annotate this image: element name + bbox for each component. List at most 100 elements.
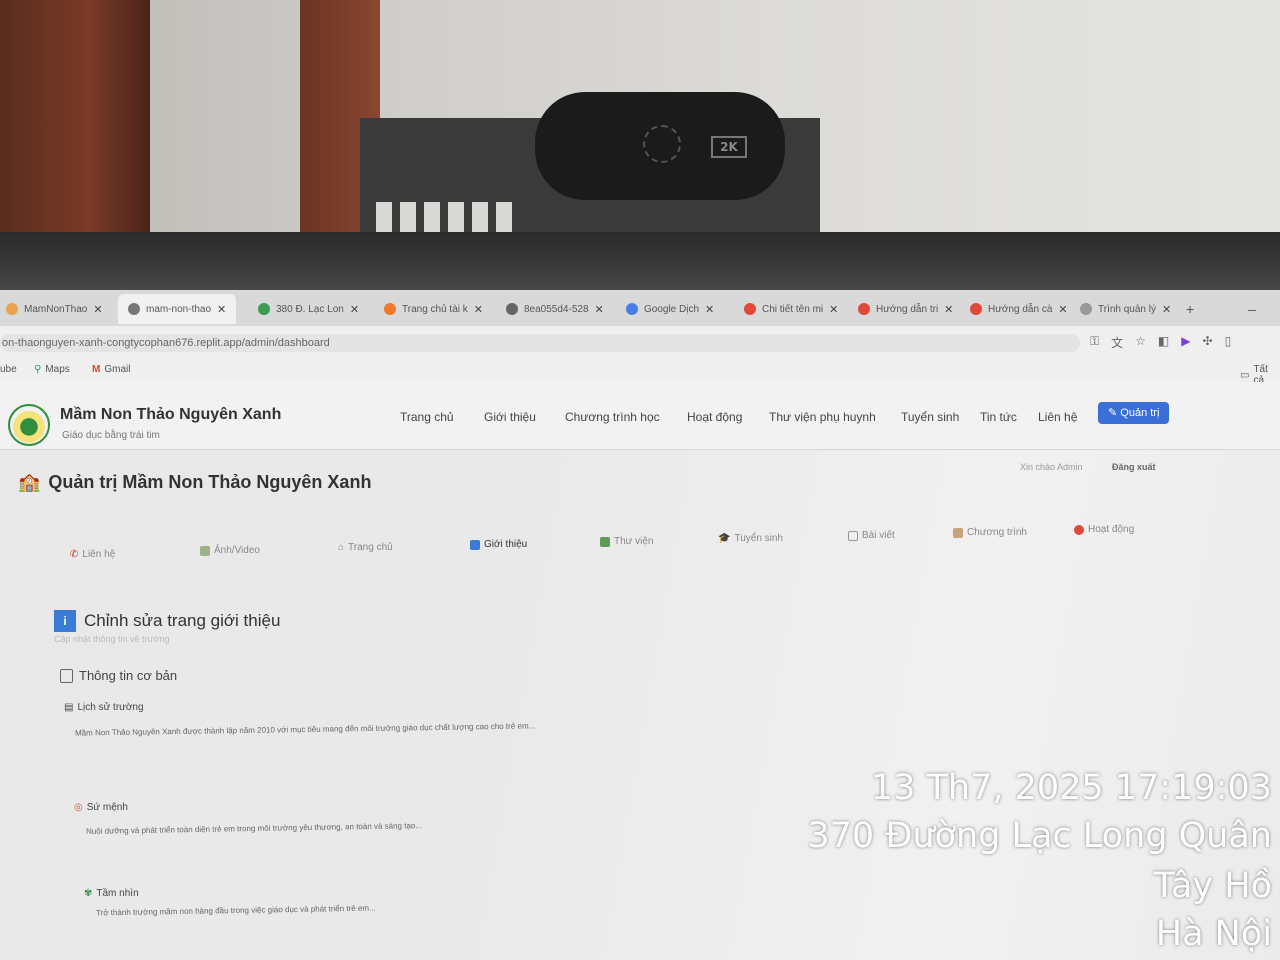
group-title-text: Thông tin cơ bản bbox=[79, 668, 178, 683]
target-icon bbox=[1074, 524, 1084, 535]
field-label-text: Tầm nhìn bbox=[96, 888, 139, 899]
close-tab-icon[interactable]: ✕ bbox=[474, 303, 483, 316]
close-tab-icon[interactable]: ✕ bbox=[217, 303, 226, 316]
extension-puzzle-icon[interactable]: ✣ bbox=[1203, 334, 1213, 351]
close-tab-icon[interactable]: ✕ bbox=[829, 303, 838, 316]
nav-about[interactable]: Giới thiệu bbox=[484, 410, 536, 424]
nav-admissions[interactable]: Tuyển sinh bbox=[901, 410, 959, 424]
nav-activities[interactable]: Hoạt động bbox=[687, 410, 742, 424]
document-icon bbox=[848, 530, 858, 541]
bookmark-star-icon[interactable]: ☆ bbox=[1135, 334, 1146, 351]
admin-tab-contact[interactable]: ✆ Liên hệ bbox=[70, 549, 115, 560]
mission-field[interactable]: Nuôi dưỡng và phát triển toàn diện trẻ e… bbox=[86, 821, 422, 836]
browser-tab[interactable]: Hướng dẫn cà ✕ bbox=[970, 298, 1068, 320]
vision-label: ✾ Tầm nhìn bbox=[84, 888, 139, 899]
admin-tab-label: Chương trình bbox=[967, 527, 1027, 538]
browser-tab[interactable]: Google Dịch ✕ bbox=[626, 298, 714, 320]
close-tab-icon[interactable]: ✕ bbox=[350, 303, 359, 316]
gmail-icon: M bbox=[92, 364, 101, 375]
password-key-icon[interactable]: ⚿ bbox=[1090, 334, 1099, 351]
image-icon bbox=[200, 545, 210, 556]
extension-icon[interactable]: ◧ bbox=[1158, 334, 1169, 351]
admin-title: 🏫 Quản trị Mầm Non Thảo Nguyên Xanh bbox=[18, 472, 371, 493]
media-icon[interactable]: ▶ bbox=[1181, 334, 1190, 351]
close-tab-icon[interactable]: ✕ bbox=[705, 303, 714, 316]
history-field[interactable]: Mầm Non Thảo Nguyên Xanh được thành lập … bbox=[75, 721, 535, 737]
info-icon: i bbox=[54, 610, 76, 632]
new-tab-icon[interactable]: + bbox=[1186, 298, 1194, 320]
bookmark-maps[interactable]: ⚲ Maps bbox=[34, 364, 70, 375]
maps-pin-icon bbox=[258, 303, 270, 315]
admin-tab-posts[interactable]: Bài viết bbox=[848, 530, 895, 541]
books-icon bbox=[953, 527, 963, 538]
timestamp-city: Hà Nội bbox=[1155, 914, 1272, 954]
browser-tab[interactable]: Trang chủ tài k ✕ bbox=[384, 298, 483, 320]
logout-link[interactable]: Đăng xuất bbox=[1112, 462, 1156, 472]
browser-tab[interactable]: MamNonThao ✕ bbox=[6, 298, 103, 320]
field-label-text: Sứ mệnh bbox=[86, 802, 128, 813]
close-tab-icon[interactable]: ✕ bbox=[93, 303, 102, 316]
tab-favicon-icon bbox=[970, 303, 982, 315]
nav-contact[interactable]: Liên hệ bbox=[1038, 410, 1077, 424]
close-tab-icon[interactable]: ✕ bbox=[944, 303, 953, 316]
bookmarks-bar: ube ⚲ Maps M Gmail ▭ Tất cả bbox=[0, 358, 1280, 386]
admin-tab-admissions[interactable]: 🎓 Tuyển sinh bbox=[718, 533, 783, 544]
bookmark-youtube[interactable]: ube bbox=[0, 364, 17, 375]
admin-tab-activities[interactable]: Hoạt động bbox=[1074, 524, 1134, 535]
admin-button[interactable]: ✎ Quản trị bbox=[1098, 402, 1170, 424]
admin-tab-label: Liên hệ bbox=[82, 549, 116, 560]
nav-news[interactable]: Tin tức bbox=[980, 410, 1017, 424]
admin-tab-programs[interactable]: Chương trình bbox=[953, 527, 1027, 538]
mission-label: ◎ Sứ mệnh bbox=[74, 802, 128, 813]
admin-tab-label: Hoạt động bbox=[1088, 524, 1135, 535]
school-building-icon: 🏫 bbox=[18, 472, 41, 492]
tab-favicon-icon bbox=[6, 303, 18, 315]
phone-icon: ✆ bbox=[70, 549, 79, 560]
admin-tab-media[interactable]: Ảnh/Video bbox=[200, 545, 260, 556]
vision-field[interactable]: Trở thành trường mầm non hàng đầu trong … bbox=[96, 904, 376, 918]
browser-tab[interactable]: 380 Đ. Lạc Lon ✕ bbox=[258, 298, 359, 320]
book-icon: ▤ bbox=[64, 702, 74, 713]
browser-tab[interactable]: Chi tiết tên mi ✕ bbox=[744, 298, 838, 320]
translate-page-icon[interactable]: 文 bbox=[1111, 334, 1123, 351]
browser-toolbar: ⚿ 文 ☆ ◧ ▶ ✣ ▯ bbox=[1090, 334, 1231, 351]
address-bar: on-thaonguyen-xanh-congtycophan676.repli… bbox=[0, 326, 1280, 358]
close-tab-icon[interactable]: ✕ bbox=[1162, 303, 1171, 316]
close-tab-icon[interactable]: ✕ bbox=[595, 303, 604, 316]
nav-home[interactable]: Trang chủ bbox=[400, 410, 454, 424]
nav-curriculum[interactable]: Chương trình học bbox=[565, 410, 660, 424]
tab-label: Trang chủ tài k bbox=[402, 303, 468, 315]
webcam-badge: 2K bbox=[711, 136, 747, 158]
globe-icon bbox=[506, 303, 518, 315]
browser-tab-active[interactable]: mam-non-thao ✕ bbox=[118, 294, 237, 324]
maps-pin-icon: ⚲ bbox=[34, 364, 42, 375]
admin-tab-about[interactable]: Giới thiệu bbox=[470, 539, 527, 550]
globe-icon bbox=[128, 303, 140, 315]
admin-tab-label: Giới thiệu bbox=[484, 539, 528, 550]
tab-label: Chi tiết tên mi bbox=[762, 303, 824, 315]
site-brand[interactable]: Mầm Non Thảo Nguyên Xanh bbox=[60, 406, 281, 424]
school-logo[interactable] bbox=[8, 404, 50, 446]
browser-tab[interactable]: 8ea055d4-528 ✕ bbox=[506, 298, 604, 320]
admin-tab-library[interactable]: Thư viện bbox=[600, 536, 654, 547]
admin-tab-label: Trang chủ bbox=[348, 542, 393, 553]
tab-favicon-icon bbox=[858, 303, 870, 315]
admin-tab-home[interactable]: ⌂ Trang chủ bbox=[338, 542, 393, 553]
sidebar-icon[interactable]: ▯ bbox=[1225, 334, 1232, 351]
webcam-lens-icon bbox=[643, 125, 681, 163]
bookmark-gmail[interactable]: M Gmail bbox=[92, 364, 130, 375]
minimize-icon[interactable]: – bbox=[1248, 298, 1256, 320]
section-heading: i Chỉnh sửa trang giới thiệu bbox=[54, 610, 280, 632]
tab-label: Google Dịch bbox=[644, 303, 700, 315]
nav-parent-library[interactable]: Thư viện phụ huynh bbox=[769, 410, 876, 424]
tab-favicon-icon bbox=[744, 303, 756, 315]
browser-tab[interactable]: Hướng dẫn tri ✕ bbox=[858, 298, 953, 320]
close-tab-icon[interactable]: ✕ bbox=[1058, 303, 1067, 316]
url-field[interactable]: on-thaonguyen-xanh-congtycophan676.repli… bbox=[0, 334, 1080, 352]
clipboard-icon bbox=[60, 668, 73, 683]
pencil-icon: ✎ bbox=[1108, 407, 1121, 419]
timestamp-district: Tây Hồ bbox=[1153, 866, 1272, 906]
tab-label: mam-non-thao bbox=[146, 303, 212, 315]
timestamp-address: 370 Đường Lạc Long Quân bbox=[807, 816, 1272, 856]
browser-tab[interactable]: Trình quản lý ✕ bbox=[1080, 298, 1171, 320]
